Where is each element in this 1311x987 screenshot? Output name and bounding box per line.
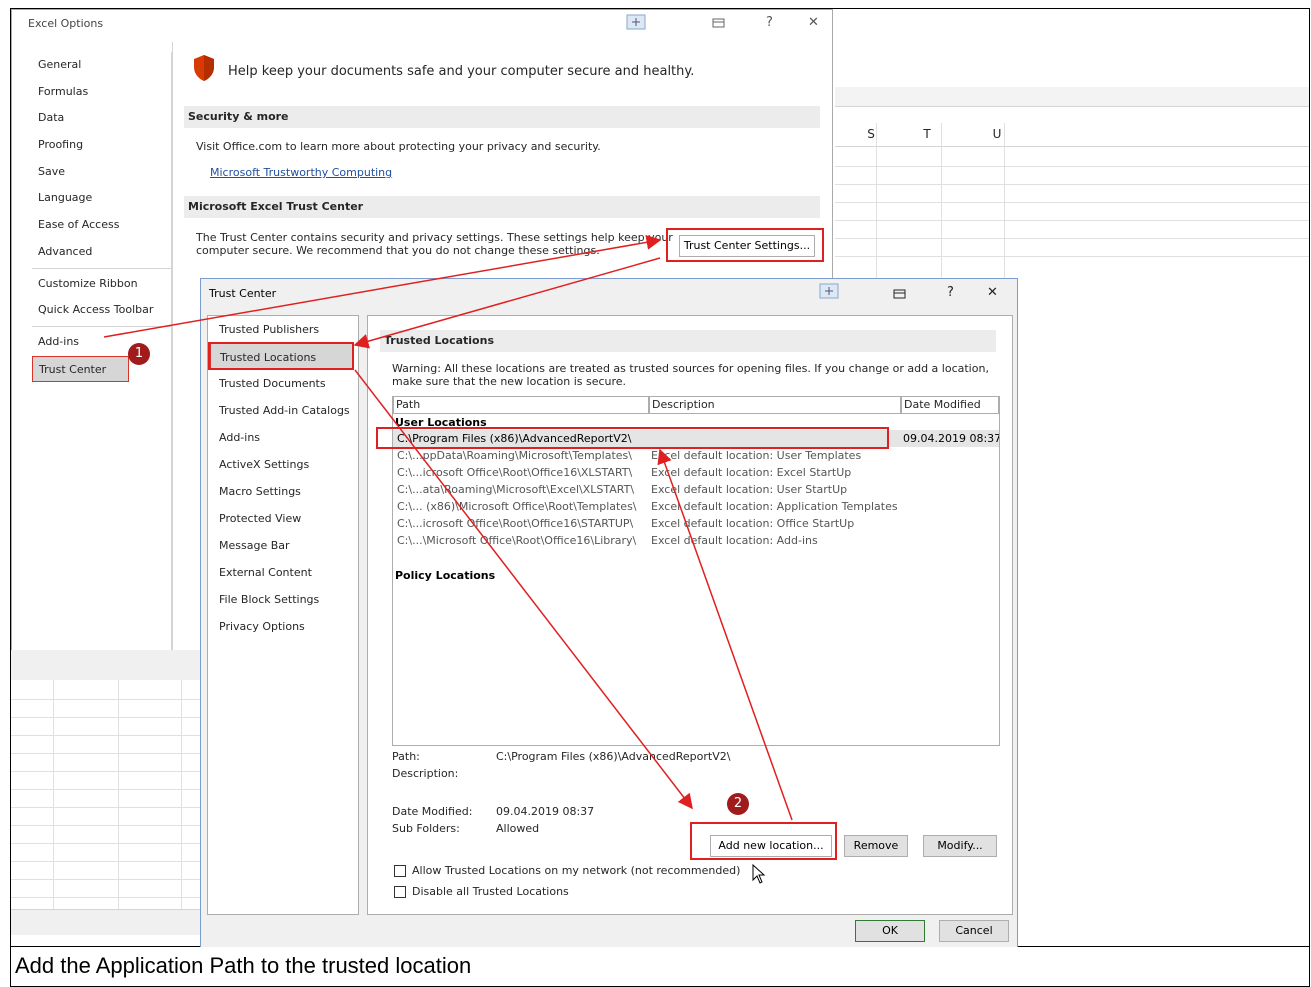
screenshot-frame: S T U Excel Options ? ✕ General Formulas…: [0, 0, 1311, 987]
mouse-cursor-icon: [752, 864, 766, 884]
annotation-arrows: [103, 234, 793, 821]
caption-text: Add the Application Path to the trusted …: [15, 953, 472, 978]
arrow-to-add-location: [354, 369, 693, 810]
arrow-to-trust-settings: [103, 234, 662, 338]
caption-cell: Add the Application Path to the trusted …: [10, 947, 1310, 987]
arrow-to-new-path: [657, 448, 793, 821]
arrow-to-trusted-locations: [353, 257, 661, 349]
